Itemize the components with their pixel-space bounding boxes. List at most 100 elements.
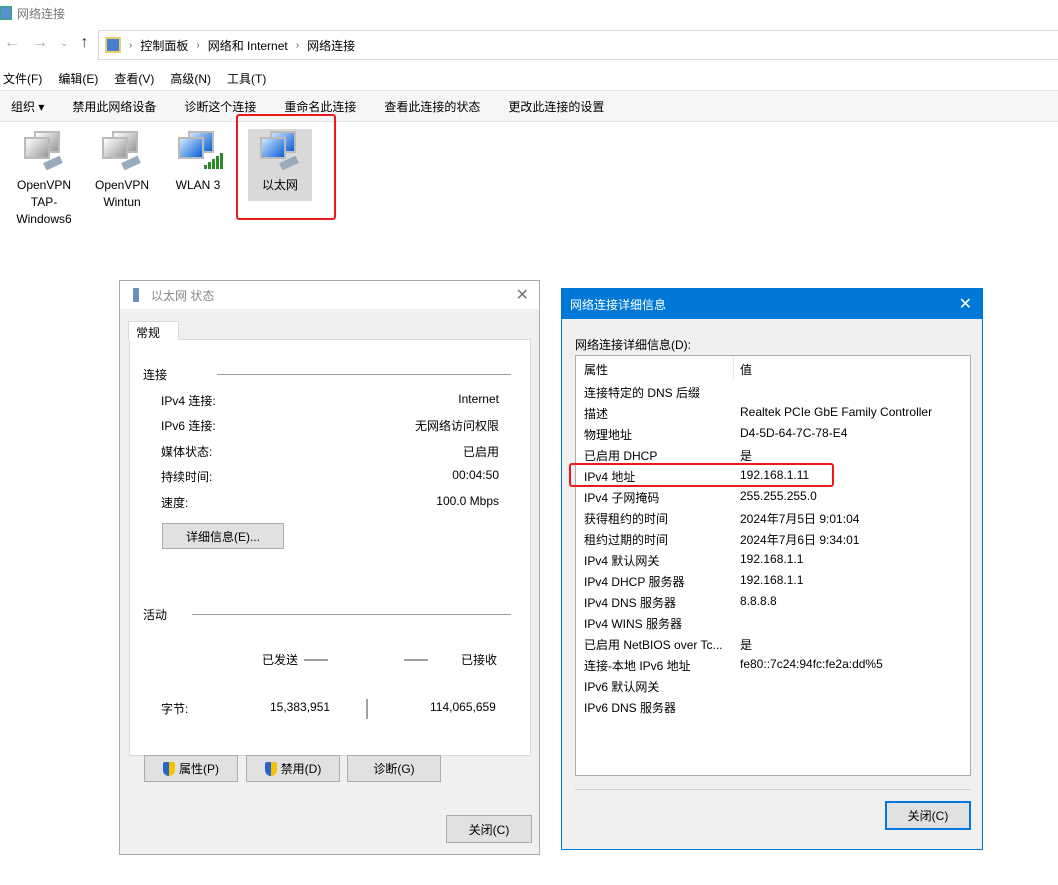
- property-name: IPv6 默认网关: [584, 680, 660, 694]
- disable-device-button[interactable]: 禁用此网络设备: [72, 98, 156, 115]
- connection-label: OpenVPN TAP-Windows6: [16, 178, 72, 226]
- tab-general[interactable]: 常规: [128, 321, 179, 340]
- menu-view[interactable]: 查看(V): [114, 70, 154, 87]
- property-value: 255.255.255.0: [740, 489, 817, 503]
- back-button[interactable]: ←: [4, 34, 20, 52]
- property-value: 2024年7月6日 9:34:01: [740, 533, 860, 547]
- breadcrumb-network-internet[interactable]: 网络和 Internet: [208, 37, 288, 54]
- property-name: IPv4 默认网关: [584, 554, 660, 568]
- status-row: IPv6 连接: 无网络访问权限: [161, 417, 499, 434]
- property-name: IPv4 WINS 服务器: [584, 617, 683, 631]
- properties-button[interactable]: 属性(P): [144, 755, 238, 782]
- details-list-label: 网络连接详细信息(D):: [575, 338, 691, 352]
- bytes-label: 字节:: [161, 702, 189, 716]
- breadcrumb-network-connections[interactable]: 网络连接: [307, 37, 355, 54]
- up-button[interactable]: ↑: [80, 34, 88, 52]
- connection-wlan3[interactable]: WLAN 3: [166, 129, 230, 194]
- annotation-box: [569, 463, 834, 487]
- property-name: IPv4 DHCP 服务器: [584, 575, 685, 589]
- details-button[interactable]: 详细信息(E)...: [162, 523, 284, 549]
- connection-group-label: 连接: [143, 368, 168, 382]
- property-name: 获得租约的时间: [584, 512, 669, 526]
- close-icon[interactable]: ✕: [959, 294, 972, 314]
- status-close-button[interactable]: 关闭(C): [446, 815, 532, 843]
- uac-shield-icon: [163, 761, 175, 776]
- details-close-button[interactable]: 关闭(C): [885, 801, 971, 830]
- menu-tools[interactable]: 工具(T): [227, 70, 266, 87]
- list-item[interactable]: 连接特定的 DNS 后缀: [584, 384, 964, 401]
- property-value: 192.168.1.1: [740, 552, 804, 566]
- list-item[interactable]: IPv4 DHCP 服务器 192.168.1.1: [584, 573, 964, 590]
- property-value: fe80::7c24:94fc:fe2a:dd%5: [740, 657, 883, 671]
- property-value: D4-5D-64-7C-78-E4: [740, 426, 848, 440]
- row-label: 媒体状态:: [161, 445, 213, 459]
- ethernet-plug-icon: [133, 288, 139, 302]
- ethernet-adapter-icon: [22, 131, 66, 171]
- property-name: 物理地址: [584, 428, 633, 442]
- organize-button[interactable]: 组织 ▾: [11, 98, 44, 115]
- change-settings-button[interactable]: 更改此连接的设置: [508, 98, 604, 115]
- property-name: 租约过期的时间: [584, 533, 669, 547]
- property-name: IPv4 DNS 服务器: [584, 596, 677, 610]
- list-item[interactable]: 已启用 DHCP 是: [584, 447, 964, 464]
- column-header-property[interactable]: 属性: [584, 361, 740, 378]
- menu-file[interactable]: 文件(F): [3, 70, 42, 87]
- chevron-right-icon: ›: [129, 39, 133, 51]
- wifi-adapter-icon: [176, 131, 223, 171]
- list-item[interactable]: 已启用 NetBIOS over Tc... 是: [584, 636, 964, 653]
- list-item[interactable]: 描述 Realtek PCIe GbE Family Controller: [584, 405, 964, 422]
- rename-button[interactable]: 重命名此连接: [284, 98, 356, 115]
- property-name: 连接特定的 DNS 后缀: [584, 386, 701, 400]
- activity-group-label: 活动: [143, 608, 168, 622]
- row-label: 持续时间:: [161, 470, 213, 484]
- property-name: 描述: [584, 407, 609, 421]
- diagnose-button[interactable]: 诊断这个连接: [184, 98, 256, 115]
- button-label: 属性(P): [179, 762, 219, 776]
- property-value: 2024年7月5日 9:01:04: [740, 512, 860, 526]
- forward-button[interactable]: →: [32, 34, 48, 52]
- list-item[interactable]: 租约过期的时间 2024年7月6日 9:34:01: [584, 531, 964, 548]
- list-item[interactable]: IPv4 DNS 服务器 8.8.8.8: [584, 594, 964, 611]
- list-item[interactable]: IPv6 默认网关: [584, 678, 964, 695]
- nav-buttons: ← → ⌄ ↑: [4, 34, 88, 52]
- row-label: IPv4 连接:: [161, 394, 216, 408]
- diagnose-button[interactable]: 诊断(G): [347, 755, 441, 782]
- network-details-dialog: 网络连接详细信息 ✕ 网络连接详细信息(D): 属性值 连接特定的 DNS 后缀…: [561, 288, 983, 850]
- control-panel-icon: [105, 37, 121, 53]
- network-folder-icon: [0, 6, 12, 20]
- list-item[interactable]: 获得租约的时间 2024年7月5日 9:01:04: [584, 510, 964, 527]
- row-value: 100.0 Mbps: [436, 494, 499, 508]
- view-status-button[interactable]: 查看此连接的状态: [384, 98, 480, 115]
- window-title: 网络连接: [17, 6, 66, 21]
- dialog-title-bar: 网络连接详细信息 ✕: [562, 289, 982, 319]
- property-value: 8.8.8.8: [740, 594, 777, 608]
- connection-openvpn-tap[interactable]: OpenVPN TAP-Windows6: [12, 129, 76, 228]
- list-item[interactable]: IPv4 默认网关 192.168.1.1: [584, 552, 964, 569]
- row-value: Internet: [458, 392, 499, 406]
- dialog-title: 以太网 状态: [151, 288, 215, 303]
- command-bar: 组织 ▾ 禁用此网络设备 诊断这个连接 重命名此连接 查看此连接的状态 更改此连…: [0, 90, 1058, 122]
- list-item[interactable]: IPv6 DNS 服务器: [584, 699, 964, 716]
- dialog-title: 网络连接详细信息: [570, 297, 667, 312]
- column-header-value[interactable]: 值: [740, 361, 752, 378]
- row-label: IPv6 连接:: [161, 419, 216, 433]
- uac-shield-icon: [264, 761, 277, 776]
- list-item[interactable]: 物理地址 D4-5D-64-7C-78-E4: [584, 426, 964, 443]
- address-bar[interactable]: › 控制面板 › 网络和 Internet › 网络连接: [98, 30, 1058, 60]
- status-row: 速度: 100.0 Mbps: [161, 494, 499, 511]
- bytes-sent: 15,383,951: [270, 700, 331, 714]
- details-list[interactable]: 属性值 连接特定的 DNS 后缀描述 Realtek PCIe GbE Famil…: [575, 355, 971, 776]
- disable-button[interactable]: 禁用(D): [246, 755, 340, 782]
- recent-dropdown[interactable]: ⌄: [60, 34, 68, 52]
- breadcrumb-control-panel[interactable]: 控制面板: [140, 37, 188, 54]
- menu-advanced[interactable]: 高级(N): [170, 70, 211, 87]
- list-item[interactable]: 连接-本地 IPv6 地址 fe80::7c24:94fc:fe2a:dd%5: [584, 657, 964, 674]
- row-value: 00:04:50: [452, 468, 499, 482]
- close-icon[interactable]: ✕: [516, 285, 529, 305]
- list-item[interactable]: IPv4 WINS 服务器: [584, 615, 964, 632]
- property-name: 已启用 DHCP: [584, 449, 658, 463]
- property-name: 已启用 NetBIOS over Tc...: [584, 638, 723, 652]
- menu-edit[interactable]: 编辑(E): [58, 70, 98, 87]
- connection-openvpn-wintun[interactable]: OpenVPN Wintun: [90, 129, 154, 211]
- list-item[interactable]: IPv4 子网掩码 255.255.255.0: [584, 489, 964, 506]
